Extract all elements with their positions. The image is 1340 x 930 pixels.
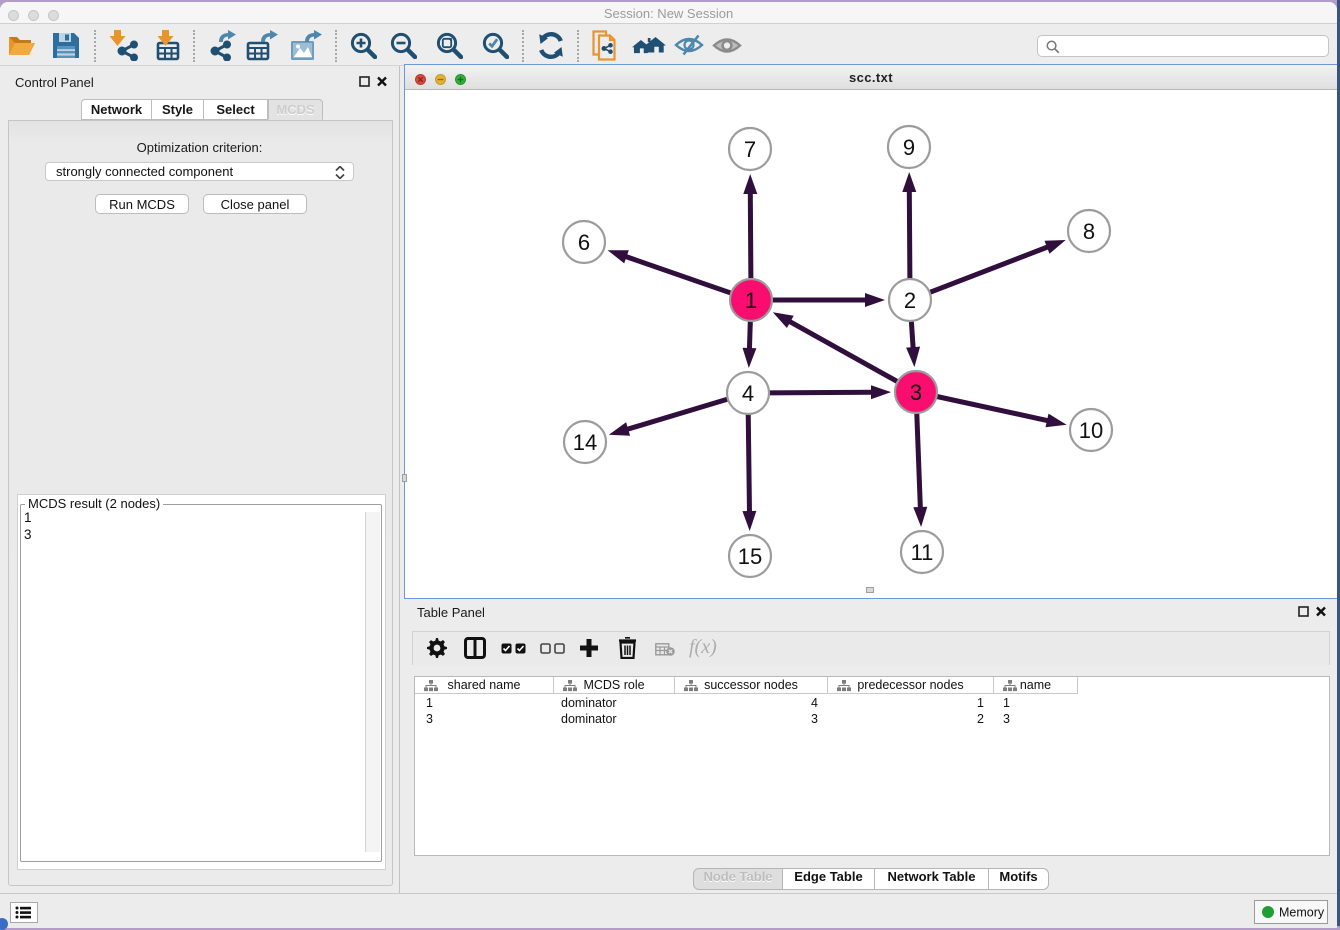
svg-text:10: 10 — [1079, 418, 1103, 443]
svg-text:11: 11 — [911, 540, 934, 565]
svg-text:8: 8 — [1083, 219, 1095, 244]
svg-text:Memory: Memory — [1279, 906, 1325, 920]
svg-text:9: 9 — [903, 135, 915, 160]
svg-text:7: 7 — [744, 137, 756, 162]
svg-text:15: 15 — [738, 544, 762, 569]
svg-text:14: 14 — [573, 430, 597, 455]
svg-text:4: 4 — [742, 381, 754, 406]
svg-text:1: 1 — [745, 288, 757, 313]
svg-text:2: 2 — [904, 288, 916, 313]
svg-text:6: 6 — [578, 230, 590, 255]
svg-text:3: 3 — [910, 380, 922, 405]
